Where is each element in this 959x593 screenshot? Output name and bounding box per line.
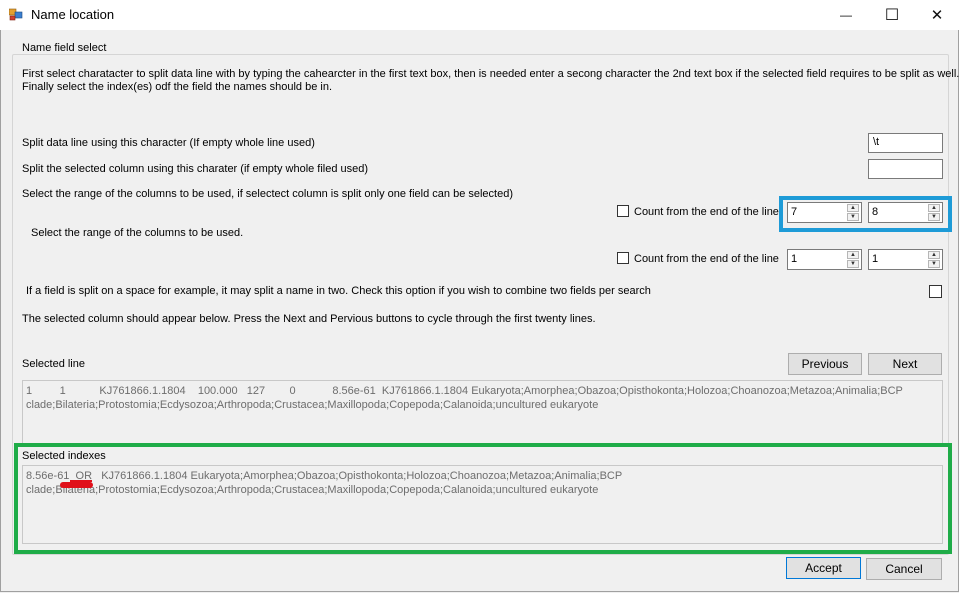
- minimize-icon: —: [840, 8, 852, 22]
- selected-indexes-text-1: 8.56e-61 OR KJ761866.1.1804 Eukaryota;Am…: [26, 470, 623, 482]
- groupbox-legend: Name field select: [19, 42, 110, 54]
- spinner-down-icon[interactable]: ▼: [847, 260, 859, 268]
- selected-line-text-1: 1 1 KJ761866.1.1804 100.000 127 0 8.56e-…: [26, 385, 903, 397]
- range-primary-to-value: 8: [872, 206, 879, 218]
- maximize-button[interactable]: ☐: [869, 0, 915, 30]
- range-primary-label: Select the range of the columns to be us…: [22, 188, 513, 200]
- count-from-end-checkbox-2[interactable]: [617, 252, 629, 264]
- range-secondary-from-spinner[interactable]: 1 ▲ ▼: [787, 249, 862, 270]
- maximize-icon: ☐: [884, 7, 900, 24]
- spinner-down-icon[interactable]: ▼: [847, 213, 859, 221]
- combine-fields-label: If a field is split on a space for examp…: [26, 285, 651, 297]
- cycle-hint: The selected column should appear below.…: [22, 313, 596, 325]
- minimize-button[interactable]: —: [823, 0, 869, 30]
- range-secondary-label: Select the range of the columns to be us…: [31, 227, 244, 239]
- cancel-button[interactable]: Cancel: [866, 558, 942, 580]
- count-from-end-label-2: Count from the end of the line: [634, 253, 779, 265]
- spinner-down-icon[interactable]: ▼: [928, 213, 940, 221]
- instructions-line-1: First select charatacter to split data l…: [22, 68, 959, 80]
- instructions-line-2: Finally select the index(es) odf the fie…: [22, 81, 333, 93]
- count-from-end-label-1: Count from the end of the line: [634, 206, 779, 218]
- split-line-input[interactable]: \t: [868, 133, 943, 153]
- split-line-label: Split data line using this character (If…: [22, 137, 315, 149]
- range-primary-from-value: 7: [791, 206, 798, 218]
- spinner-up-icon[interactable]: ▲: [847, 251, 859, 259]
- accept-button[interactable]: Accept: [786, 557, 861, 579]
- previous-button[interactable]: Previous: [788, 353, 862, 375]
- selected-indexes-textbox[interactable]: 8.56e-61 OR KJ761866.1.1804 Eukaryota;Am…: [22, 465, 943, 544]
- selected-line-text-2: clade;Bilateria;Protostomia;Ecdysozoa;Ar…: [26, 399, 599, 411]
- close-button[interactable]: ✕: [914, 0, 959, 30]
- spinner-up-icon[interactable]: ▲: [847, 204, 859, 212]
- next-button[interactable]: Next: [868, 353, 942, 375]
- selected-indexes-text-2: clade;Bilateria;Protostomia;Ecdysozoa;Ar…: [26, 484, 599, 496]
- range-secondary-from-value: 1: [791, 253, 798, 265]
- window-title: Name location: [31, 7, 115, 22]
- close-icon: ✕: [930, 7, 944, 24]
- title-bar: [0, 0, 959, 30]
- range-primary-to-spinner[interactable]: 8 ▲ ▼: [868, 202, 943, 223]
- range-secondary-to-spinner[interactable]: 1 ▲ ▼: [868, 249, 943, 270]
- count-from-end-checkbox-1[interactable]: [617, 205, 629, 217]
- selected-line-label: Selected line: [22, 358, 85, 370]
- spinner-up-icon[interactable]: ▲: [928, 204, 940, 212]
- annotation-scribble: [60, 482, 93, 488]
- split-column-input[interactable]: [868, 159, 943, 179]
- range-primary-from-spinner[interactable]: 7 ▲ ▼: [787, 202, 862, 223]
- split-column-label: Split the selected column using this cha…: [22, 163, 369, 175]
- spinner-down-icon[interactable]: ▼: [928, 260, 940, 268]
- spinner-up-icon[interactable]: ▲: [928, 251, 940, 259]
- range-secondary-to-value: 1: [872, 253, 879, 265]
- selected-indexes-label: Selected indexes: [22, 450, 106, 462]
- app-icon: [8, 8, 23, 21]
- combine-fields-checkbox[interactable]: [929, 285, 942, 298]
- selected-line-textbox[interactable]: 1 1 KJ761866.1.1804 100.000 127 0 8.56e-…: [22, 380, 943, 444]
